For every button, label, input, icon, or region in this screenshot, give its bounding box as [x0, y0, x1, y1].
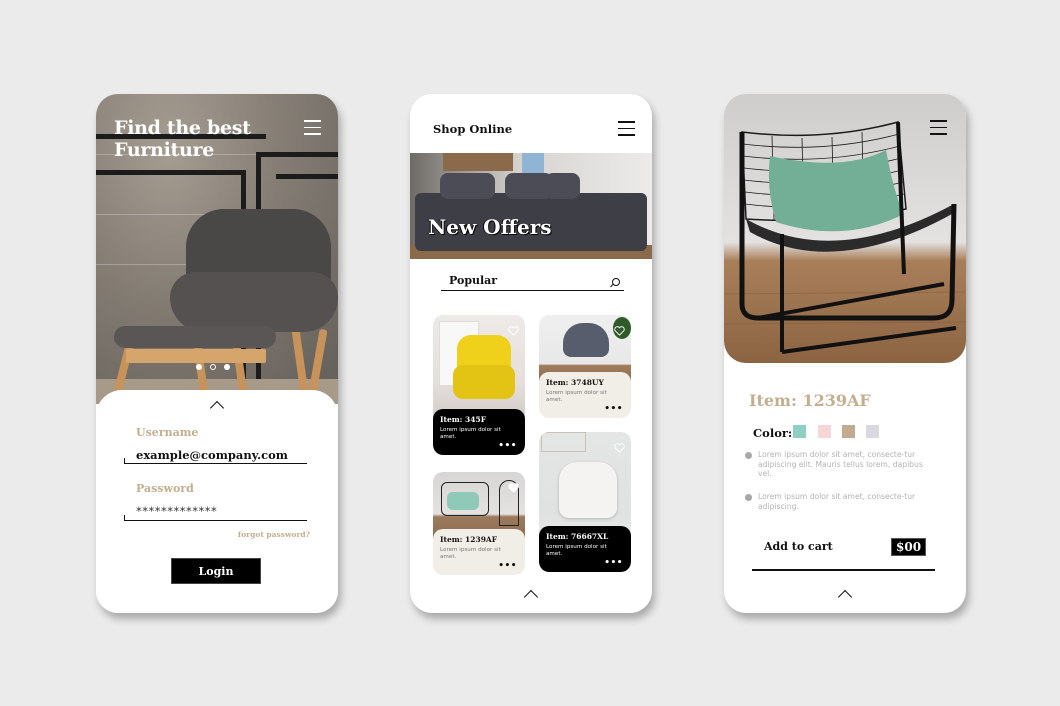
color-label: Color:: [753, 426, 793, 440]
frame-bar: [276, 174, 338, 179]
bullet-icon: [745, 452, 752, 459]
password-underline: [124, 515, 307, 521]
color-swatch-pink[interactable]: [818, 425, 831, 438]
shop-screen: Shop Online New Offers Popular Item: 345…: [410, 94, 652, 613]
sofa-cushion: [440, 173, 495, 199]
product-desc: Lorem ipsum dolor sit amet.: [440, 547, 501, 560]
hero-title: Find the best Furniture: [114, 117, 251, 161]
product-desc: Lorem ipsum dolor sit amet.: [546, 544, 607, 557]
description-bullet: Lorem ipsum dolor sit amet, consecte-tur…: [758, 450, 923, 478]
product-name: Item: 1239AF: [440, 535, 498, 544]
product-detail-screen: Item: 1239AF Color: Lorem ipsum dolor si…: [724, 94, 966, 613]
chevron-up-icon[interactable]: [838, 589, 852, 598]
ottoman: [114, 326, 276, 348]
product-name: Item: 3748UY: [546, 378, 604, 387]
product-card[interactable]: Item: 345F Lorem ipsum dolor sit amet. •…: [433, 315, 525, 455]
teal-pillow: [447, 492, 479, 510]
description-bullet: Lorem ipsum dolor sit amet, consecte-tur…: [758, 492, 916, 511]
color-swatch-tan[interactable]: [842, 425, 855, 438]
banner-title: New Offers: [428, 215, 552, 239]
color-swatch-teal[interactable]: [793, 425, 806, 438]
product-info: Item: 1239AF Lorem ipsum dolor sit amet.…: [433, 529, 525, 575]
product-info: Item: 3748UY Lorem ipsum dolor sit amet.…: [539, 372, 631, 418]
product-desc: Lorem ipsum dolor sit amet.: [546, 390, 607, 403]
frame-bar: [96, 170, 246, 175]
chevron-up-icon[interactable]: [210, 400, 224, 409]
search-icon[interactable]: [612, 278, 620, 286]
hero-image-armchair: Find the best Furniture: [96, 94, 338, 404]
shop-title: Shop Online: [433, 122, 513, 136]
color-swatch-gray[interactable]: [866, 425, 879, 438]
wall-art: [541, 432, 586, 452]
login-button[interactable]: Login: [171, 558, 261, 584]
carousel-dot-1[interactable]: [196, 364, 202, 370]
hero-title-line2: Furniture: [114, 139, 215, 161]
sofa-cushion: [545, 173, 580, 199]
product-card[interactable]: Item: 76667XL Lorem ipsum dolor sit amet…: [539, 432, 631, 572]
price-tag: $00: [891, 538, 927, 556]
new-offers-banner[interactable]: New Offers: [410, 153, 652, 259]
carousel-dot-2[interactable]: [210, 364, 216, 370]
cart-divider: [752, 569, 935, 571]
heart-icon[interactable]: [508, 478, 519, 493]
ottoman-frame: [126, 349, 266, 363]
carousel-dots: [196, 364, 230, 370]
frame-bar: [256, 152, 338, 157]
bullet-icon: [745, 494, 752, 501]
chevron-up-icon[interactable]: [524, 589, 538, 598]
product-info: Item: 345F Lorem ipsum dolor sit amet. •…: [433, 409, 525, 455]
shelf: [443, 153, 513, 171]
heart-icon[interactable]: [614, 438, 625, 453]
heart-icon[interactable]: [614, 321, 625, 336]
product-title: Item: 1239AF: [749, 391, 871, 410]
chair-seat: [170, 272, 338, 332]
login-form: Username example@company.com Password **…: [96, 390, 338, 613]
password-label: Password: [136, 482, 194, 495]
hamburger-icon[interactable]: [930, 120, 947, 135]
more-options-icon[interactable]: •••: [604, 404, 623, 414]
carousel-dot-3[interactable]: [224, 364, 230, 370]
product-card[interactable]: Item: 1239AF Lorem ipsum dolor sit amet.…: [433, 472, 525, 575]
hero-title-line1: Find the best: [114, 117, 251, 139]
login-screen: Find the best Furniture Username example…: [96, 94, 338, 613]
gray-armchair: [563, 323, 609, 357]
product-hero-image: [724, 94, 966, 363]
product-card[interactable]: Item: 3748UY Lorem ipsum dolor sit amet.…: [539, 315, 631, 418]
product-desc: Lorem ipsum dolor sit amet.: [440, 427, 501, 440]
add-to-cart-button[interactable]: Add to cart: [764, 540, 833, 553]
username-label: Username: [136, 426, 199, 439]
white-armchair: [559, 462, 617, 518]
hamburger-icon[interactable]: [304, 120, 321, 135]
heart-icon[interactable]: [508, 321, 519, 336]
product-info: Item: 76667XL Lorem ipsum dolor sit amet…: [539, 526, 631, 572]
forgot-password-link[interactable]: forgot password?: [238, 530, 310, 539]
product-name: Item: 76667XL: [546, 532, 609, 541]
yellow-armchair-seat: [453, 365, 515, 399]
username-underline: [124, 458, 307, 464]
product-name: Item: 345F: [440, 415, 487, 424]
more-options-icon[interactable]: •••: [498, 561, 517, 571]
search-value: Popular: [449, 274, 498, 287]
search-input[interactable]: Popular: [441, 274, 624, 291]
more-options-icon[interactable]: •••: [604, 558, 623, 568]
more-options-icon[interactable]: •••: [498, 441, 517, 451]
hamburger-icon[interactable]: [618, 121, 635, 136]
